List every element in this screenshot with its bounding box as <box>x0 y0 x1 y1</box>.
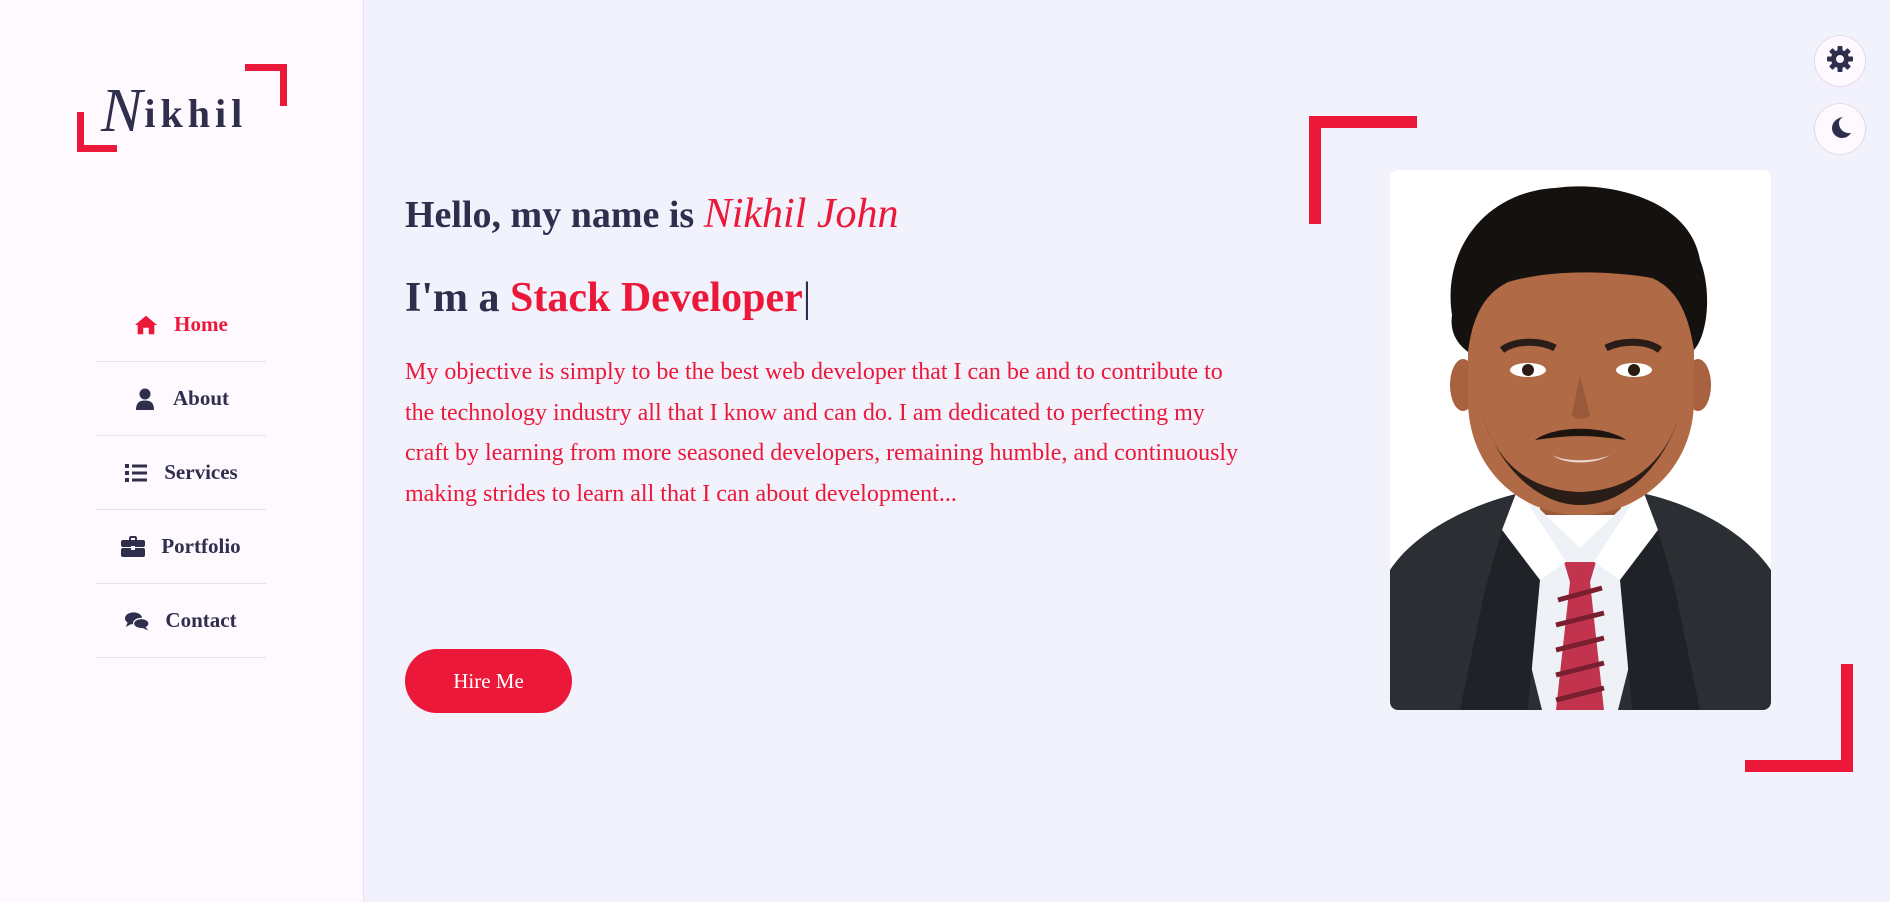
theme-toggle-button[interactable] <box>1814 103 1866 155</box>
sidebar: Nikhil Home About Services Portfolio Con… <box>0 0 364 902</box>
hire-me-button[interactable]: Hire Me <box>405 649 572 713</box>
nav-item-services[interactable]: Services <box>96 436 266 510</box>
nav-menu: Home About Services Portfolio Contact <box>96 288 266 658</box>
nav-item-label: Portfolio <box>161 534 241 558</box>
briefcase-icon <box>121 535 146 559</box>
greeting-text: Hello, my name is <box>405 194 704 236</box>
bio-paragraph: My objective is simply to be the best we… <box>405 359 1239 507</box>
page: Nikhil Home About Services Portfolio Con… <box>0 0 1890 902</box>
nav-item-contact[interactable]: Contact <box>96 584 266 658</box>
logo-initial: N <box>101 77 145 145</box>
role-prefix: I'm a <box>405 275 510 321</box>
nav-item-portfolio[interactable]: Portfolio <box>96 510 266 584</box>
nav-item-label: About <box>172 386 230 410</box>
gear-icon <box>1826 45 1854 78</box>
nav-item-label: Services <box>164 460 238 484</box>
nav-item-home[interactable]: Home <box>96 288 266 362</box>
nav-item-label: Home <box>174 312 228 336</box>
profile-photo <box>1390 170 1771 710</box>
role-typed-text: Stack Developer <box>510 275 803 321</box>
moon-icon <box>1828 115 1852 144</box>
greeting-heading: Hello, my name is Nikhil John <box>405 190 899 238</box>
home-icon <box>134 313 158 337</box>
user-icon <box>133 387 157 411</box>
typing-caret: | <box>802 275 812 321</box>
logo-corner-decoration <box>245 64 287 106</box>
role-heading: I'm a Stack Developer| <box>405 274 811 322</box>
list-icon <box>124 461 148 485</box>
comments-icon <box>125 609 150 633</box>
logo[interactable]: Nikhil <box>77 64 287 152</box>
logo-text: Nikhil <box>101 72 248 145</box>
hero-name: Nikhil John <box>703 191 899 237</box>
logo-rest: ikhil <box>144 91 248 136</box>
settings-button[interactable] <box>1814 35 1866 87</box>
nav-item-label: Contact <box>165 608 237 632</box>
portrait-illustration <box>1390 170 1771 710</box>
photo-corner-decoration <box>1745 664 1853 772</box>
nav-item-about[interactable]: About <box>96 362 266 436</box>
